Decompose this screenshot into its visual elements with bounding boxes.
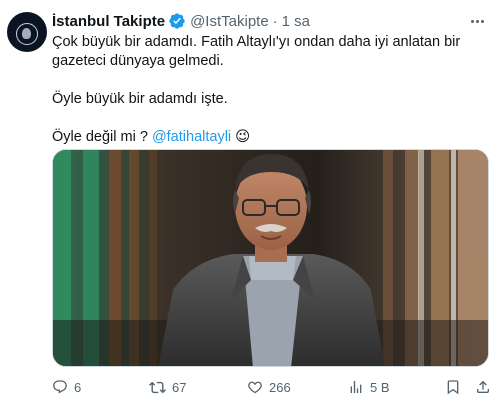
timestamp[interactable]: 1 sa — [282, 13, 310, 30]
reply-count: 6 — [74, 379, 82, 395]
tweet-text-line3: Öyle değil mi ? @fatihaltayli 😉 — [52, 128, 492, 147]
tweet-photo[interactable] — [52, 149, 489, 367]
heart-icon — [248, 381, 262, 394]
mention-link[interactable]: @fatihaltayli — [152, 129, 231, 145]
retweet-count: 67 — [172, 379, 187, 395]
tweet-text-line3-prefix: Öyle değil mi ? — [52, 129, 152, 145]
more-icon[interactable] — [467, 12, 487, 30]
share-icon — [477, 380, 489, 393]
views-icon — [350, 381, 362, 393]
author-handle[interactable]: @IstTakipte — [190, 13, 269, 30]
avatar[interactable] — [7, 12, 47, 52]
tweet-actions: 6 67 266 5 B — [48, 376, 493, 398]
photo-portrait-man — [53, 150, 488, 366]
like-button[interactable]: 266 — [247, 376, 291, 398]
avatar-logo-icon — [16, 23, 38, 45]
tweet-header: İstanbul Takipte @IstTakipte · 1 sa — [52, 11, 310, 31]
like-count: 266 — [269, 379, 291, 395]
retweet-button[interactable]: 67 — [149, 376, 186, 398]
bookmark-button[interactable] — [445, 376, 461, 398]
reply-icon — [53, 380, 67, 394]
retweet-icon — [149, 381, 166, 393]
separator-dot: · — [272, 12, 278, 30]
reply-button[interactable]: 6 — [52, 376, 81, 398]
tweet-card[interactable]: İstanbul Takipte @IstTakipte · 1 sa Çok … — [0, 0, 500, 407]
author-name[interactable]: İstanbul Takipte — [52, 13, 165, 30]
verified-badge-icon — [168, 12, 186, 30]
tweet-text-line2: Öyle büyük bir adamdı işte. — [52, 91, 228, 107]
tweet-text-line1: Çok büyük bir adamdı. Fatih Altaylı'yı o… — [52, 34, 461, 69]
tweet-text: Çok büyük bir adamdı. Fatih Altaylı'yı o… — [52, 33, 492, 147]
views-count: 5 B — [370, 379, 390, 395]
share-button[interactable] — [475, 376, 491, 398]
bookmark-icon — [447, 380, 459, 395]
views-button[interactable]: 5 B — [348, 376, 390, 398]
wink-emoji: 😉 — [235, 129, 251, 145]
